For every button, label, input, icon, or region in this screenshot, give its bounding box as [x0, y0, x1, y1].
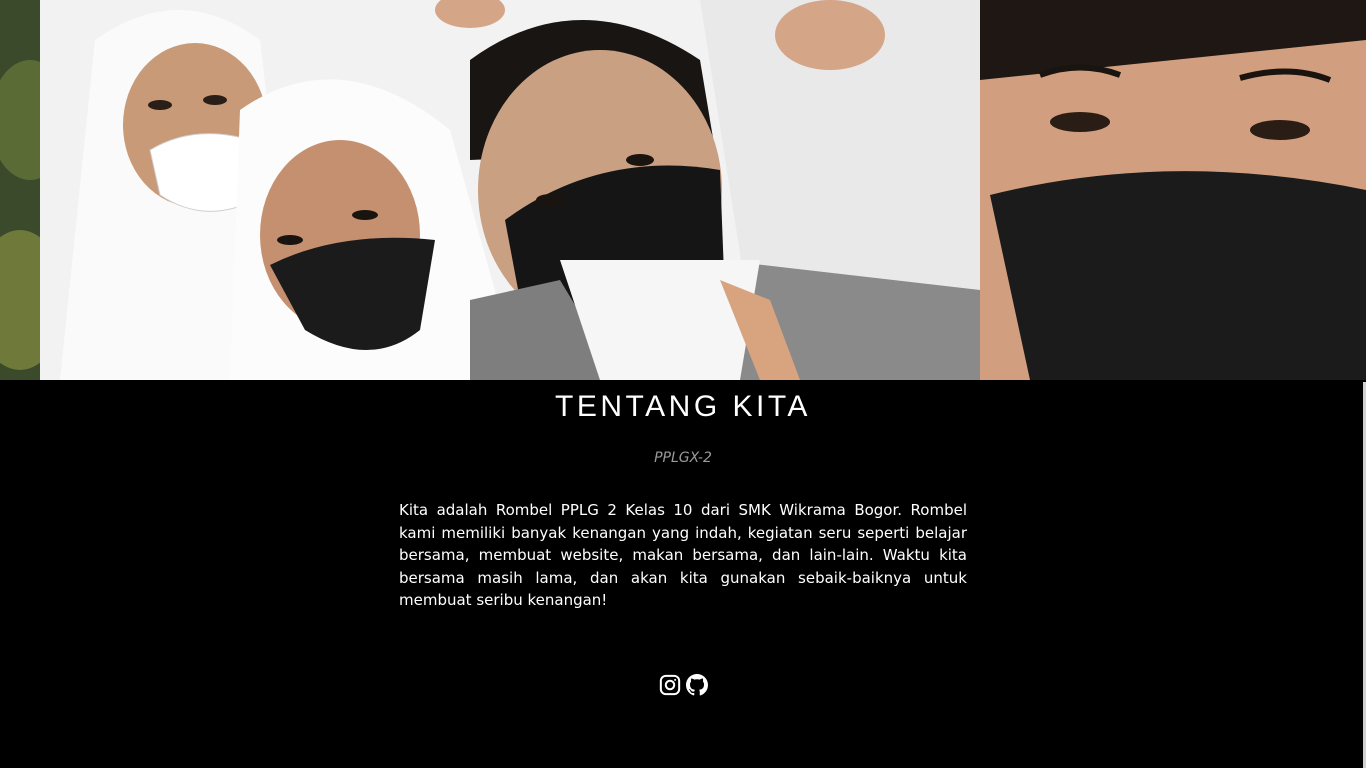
- instagram-link[interactable]: [659, 674, 681, 696]
- section-subtitle: PPLGX-2: [654, 450, 712, 466]
- instagram-icon: [659, 674, 680, 696]
- page: TENTANG KITA PPLGX-2 Kita adalah Rombel …: [0, 0, 1366, 768]
- github-link[interactable]: [685, 674, 708, 696]
- github-icon: [685, 674, 708, 696]
- section-title: TENTANG KITA: [555, 390, 811, 423]
- social-links: [0, 674, 1366, 696]
- about-description: Kita adalah Rombel PPLG 2 Kelas 10 dari …: [399, 501, 967, 610]
- hero-photo: [0, 0, 1366, 380]
